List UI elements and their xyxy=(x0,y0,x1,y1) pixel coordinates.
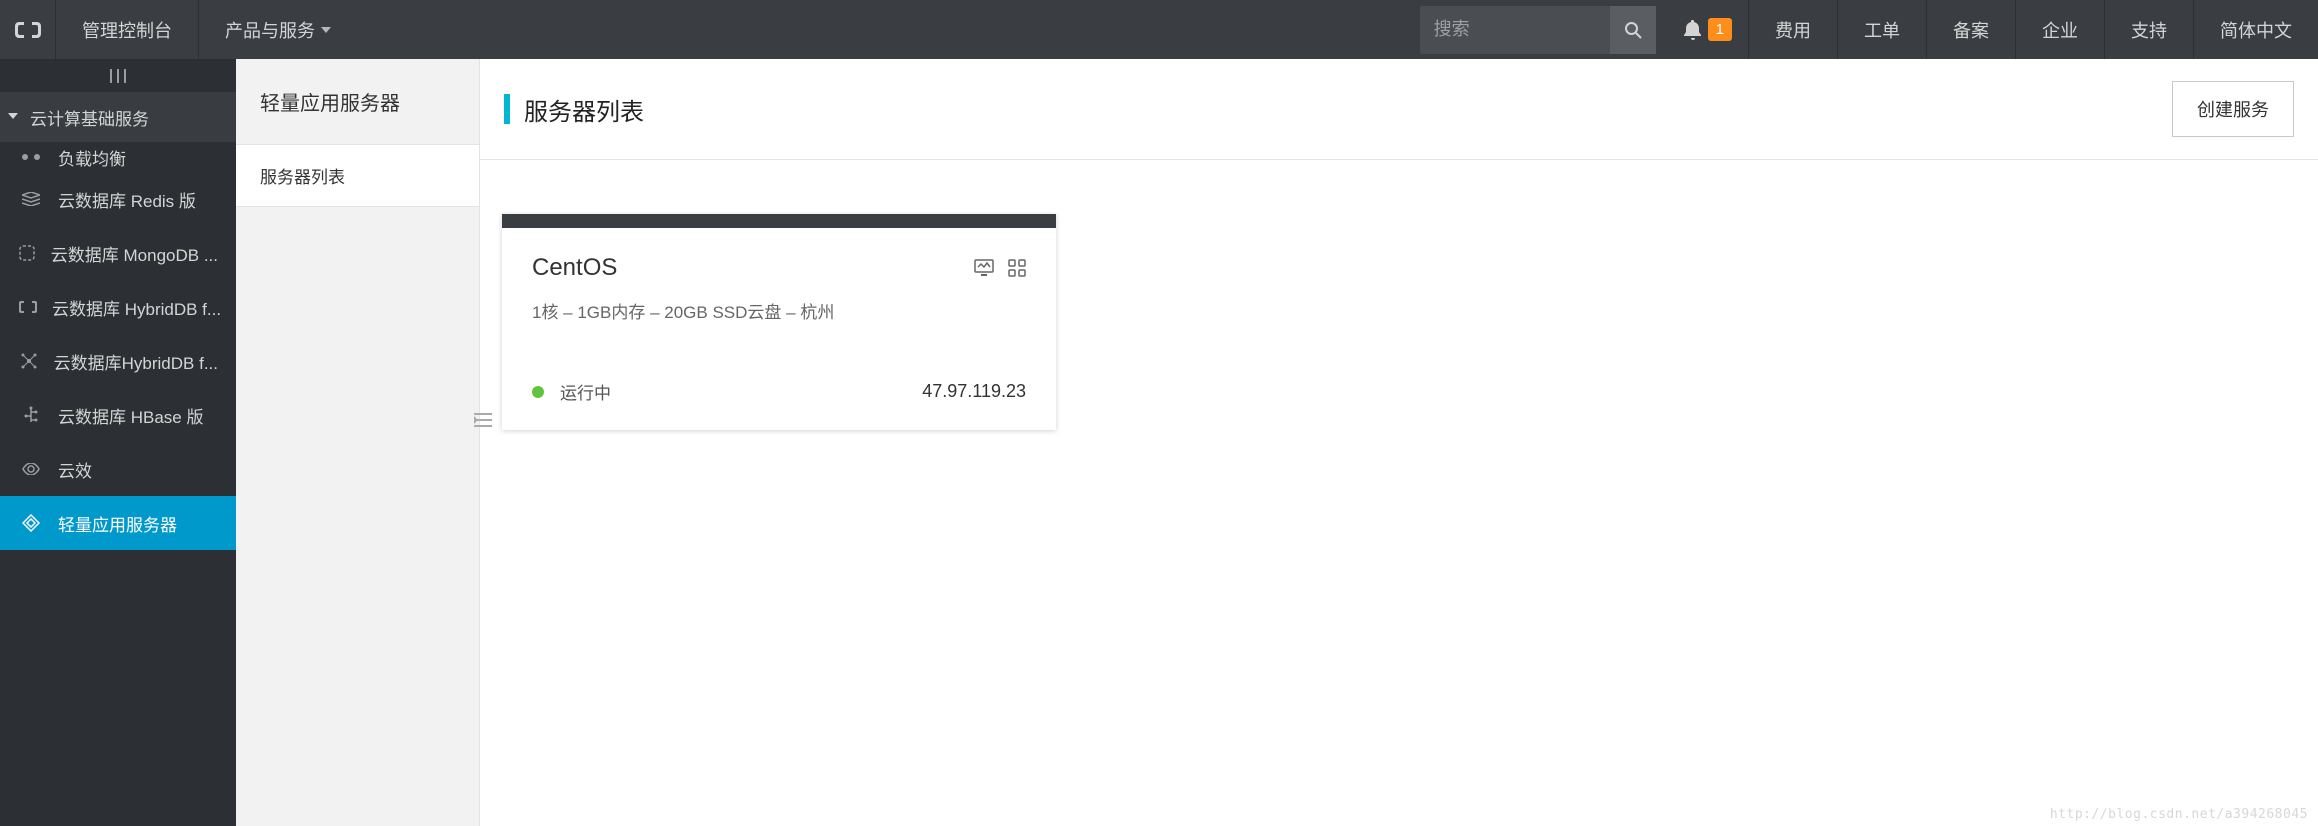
monitor-icon[interactable] xyxy=(974,259,994,277)
server-name: CentOS xyxy=(532,254,617,282)
server-ip: 47.97.119.23 xyxy=(922,381,1026,402)
card-stripe xyxy=(502,214,1056,228)
status-dot-running xyxy=(532,386,544,398)
menu-collapse-icon xyxy=(110,69,126,83)
db-icon xyxy=(18,244,37,262)
apps-icon[interactable] xyxy=(1008,259,1026,277)
chevron-down-icon xyxy=(321,27,331,33)
nav-support[interactable]: 支持 xyxy=(2105,0,2194,59)
sidebar-item-label: 轻量应用服务器 xyxy=(58,511,177,536)
title-accent xyxy=(504,94,510,124)
slb-icon xyxy=(18,152,44,162)
panel-toggle[interactable] xyxy=(472,409,494,431)
sidebar-item-label: 云效 xyxy=(58,457,92,482)
nav-enterprise[interactable]: 企业 xyxy=(2016,0,2105,59)
nav-console-label: 管理控制台 xyxy=(82,17,172,43)
diamond-icon xyxy=(18,514,44,532)
logo[interactable] xyxy=(0,0,56,59)
nav-products-label: 产品与服务 xyxy=(225,17,315,43)
search-box xyxy=(1420,6,1656,54)
nav-fee[interactable]: 费用 xyxy=(1749,0,1838,59)
topbar: 管理控制台 产品与服务 1 费用 工单 备案 企业 支持 简体中文 xyxy=(0,0,2318,59)
nav-ticket[interactable]: 工单 xyxy=(1838,0,1927,59)
page-title: 服务器列表 xyxy=(524,92,644,127)
tree-icon xyxy=(18,406,44,424)
sidebar-secondary: 轻量应用服务器 服务器列表 xyxy=(236,59,480,826)
sidebar-item-label: 云数据库 Redis 版 xyxy=(58,187,196,212)
notification-badge: 1 xyxy=(1708,18,1732,41)
search-icon xyxy=(1624,21,1642,39)
sidebar-item-label: 云数据库HybridDB f... xyxy=(54,349,218,374)
sidebar-item-label: 云数据库 HBase 版 xyxy=(58,403,203,428)
sidebar-item-redis[interactable]: 云数据库 Redis 版 xyxy=(0,172,236,226)
sidebar-section-cloud-basic[interactable]: 云计算基础服务 xyxy=(0,93,236,142)
sidebar-item-mongodb[interactable]: 云数据库 MongoDB ... xyxy=(0,226,236,280)
sidebar-item-slb[interactable]: 负载均衡 xyxy=(0,142,236,172)
aliyun-logo-icon xyxy=(15,21,41,39)
sidebar-item-hybriddb1[interactable]: 云数据库 HybridDB f... xyxy=(0,280,236,334)
sidebar-item-label: 云数据库 HybridDB f... xyxy=(52,295,221,320)
nav-lang[interactable]: 简体中文 xyxy=(2194,0,2318,59)
sidebar-collapse-handle[interactable] xyxy=(0,59,236,93)
bracket-icon xyxy=(18,300,38,314)
sidebar2-title: 轻量应用服务器 xyxy=(236,59,479,144)
sidebar-section-label: 云计算基础服务 xyxy=(30,105,149,130)
layers-icon xyxy=(18,192,44,206)
search-input[interactable] xyxy=(1420,6,1610,54)
server-spec: 1核 – 1GB内存 – 20GB SSD云盘 – 杭州 xyxy=(532,298,1026,323)
page-header: 服务器列表 创建服务 xyxy=(480,59,2318,160)
sidebar-item-label: 云数据库 MongoDB ... xyxy=(51,241,218,266)
sidebar-item-label: 负载均衡 xyxy=(58,145,126,170)
network-icon xyxy=(18,352,40,370)
search-button[interactable] xyxy=(1610,6,1656,54)
notifications[interactable]: 1 xyxy=(1668,0,1749,59)
sidebar-primary: 云计算基础服务 负载均衡 云数据库 Redis 版 云数据库 MongoDB .… xyxy=(0,59,236,826)
create-server-button[interactable]: 创建服务 xyxy=(2172,81,2294,137)
watermark: http://blog.csdn.net/a394268045 xyxy=(2050,807,2308,822)
nav-record[interactable]: 备案 xyxy=(1927,0,2016,59)
sidebar-item-hbase[interactable]: 云数据库 HBase 版 xyxy=(0,388,236,442)
server-status: 运行中 xyxy=(560,379,611,404)
sidebar-item-hybriddb2[interactable]: 云数据库HybridDB f... xyxy=(0,334,236,388)
sidebar-item-swas[interactable]: 轻量应用服务器 xyxy=(0,496,236,550)
sidebar2-item-server-list[interactable]: 服务器列表 xyxy=(236,144,479,207)
nav-products[interactable]: 产品与服务 xyxy=(199,0,357,59)
eye-icon xyxy=(18,463,44,475)
topbar-nav-left: 管理控制台 产品与服务 xyxy=(56,0,357,59)
main-content: 服务器列表 创建服务 CentOS 1核 – 1GB内存 – 20GB SSD云… xyxy=(480,59,2318,826)
topbar-nav-right: 费用 工单 备案 企业 支持 简体中文 xyxy=(1749,0,2318,59)
nav-console[interactable]: 管理控制台 xyxy=(56,0,199,59)
server-card[interactable]: CentOS 1核 – 1GB内存 – 20GB SSD云盘 – 杭州 运行中 … xyxy=(502,214,1056,430)
bell-icon xyxy=(1684,20,1702,40)
sidebar-item-yunxiao[interactable]: 云效 xyxy=(0,442,236,496)
collapse-icon xyxy=(474,412,492,428)
